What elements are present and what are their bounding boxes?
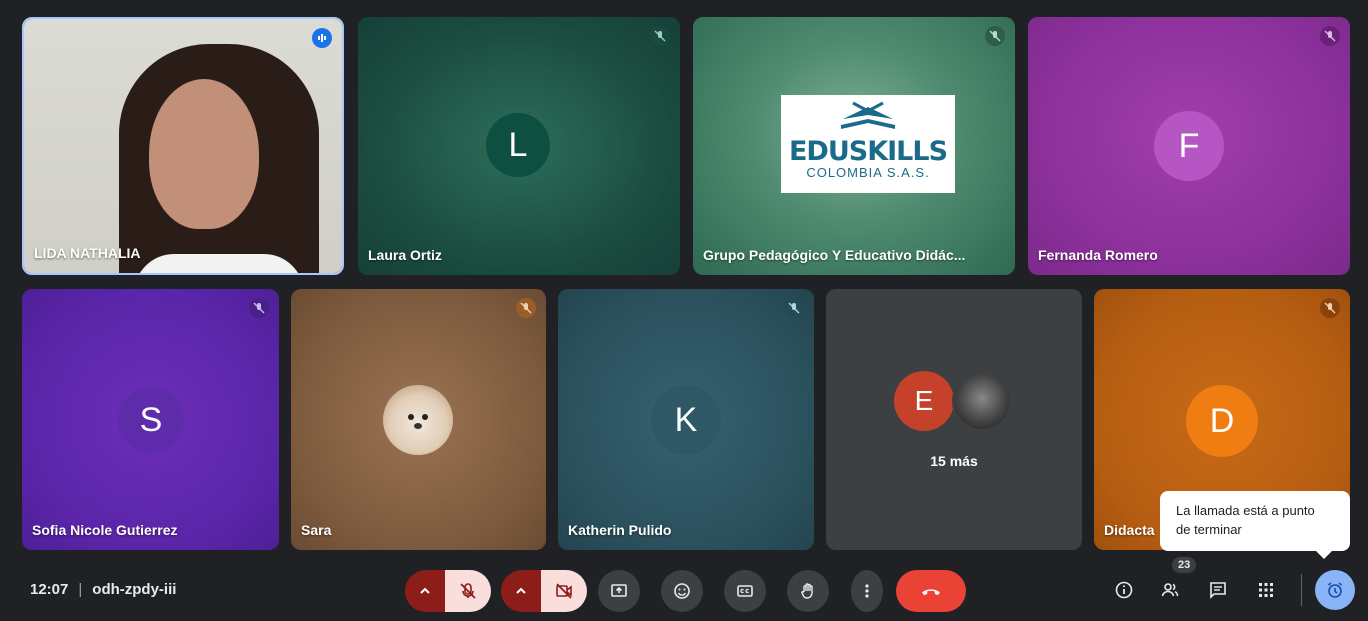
profile-photo-avatar	[952, 371, 1012, 431]
participant-name: Didacta	[1104, 522, 1155, 538]
meeting-info: 12:07 | odh-zpdy-iii	[30, 581, 177, 598]
chat-button[interactable]	[1206, 578, 1230, 602]
video-feed	[24, 19, 342, 273]
video-options-button[interactable]	[501, 570, 541, 612]
mic-off-icon	[784, 298, 804, 318]
participants-button[interactable]	[1158, 578, 1182, 602]
clock: 12:07	[30, 581, 69, 598]
mic-toggle-button[interactable]	[445, 570, 491, 612]
mic-off-icon	[249, 298, 269, 318]
alarm-clock-icon	[1328, 582, 1342, 598]
mic-off-icon	[985, 26, 1005, 46]
hand-icon	[801, 583, 813, 599]
dog-avatar-icon	[383, 385, 453, 455]
more-vert-icon	[865, 584, 869, 598]
others-tile[interactable]: E 15 más	[826, 289, 1082, 550]
participant-name: Laura Ortiz	[368, 247, 442, 263]
chat-icon	[1210, 582, 1226, 599]
mic-off-icon	[1320, 298, 1340, 318]
avatar: E	[894, 371, 954, 431]
present-screen-button[interactable]	[598, 570, 640, 612]
avatar: D	[1186, 385, 1258, 457]
participant-name: Sara	[301, 522, 332, 538]
participant-tile-lida[interactable]: LIDA NATHALIA	[22, 17, 344, 275]
avatar: L	[486, 113, 550, 177]
participant-name: Grupo Pedagógico Y Educativo Didác...	[703, 247, 966, 263]
activities-button[interactable]	[1254, 578, 1278, 602]
participant-tile-sofia[interactable]: S Sofia Nicole Gutierrez	[22, 289, 279, 550]
meeting-code: odh-zpdy-iii	[92, 581, 177, 598]
mic-off-icon	[516, 298, 536, 318]
mic-off-icon	[460, 583, 476, 599]
participant-tile-katherin[interactable]: K Katherin Pulido	[558, 289, 814, 550]
eduskills-logo: EDUSKILLS COLOMBIA S.A.S.	[781, 95, 955, 193]
participant-tile-grupo[interactable]: EDUSKILLS COLOMBIA S.A.S. Grupo Pedagógi…	[693, 17, 1015, 275]
people-icon	[1161, 583, 1179, 597]
camera-off-icon	[556, 583, 572, 599]
chevron-up-icon	[516, 587, 526, 594]
participant-name: Fernanda Romero	[1038, 247, 1158, 263]
timer-button[interactable]	[1315, 570, 1355, 610]
hang-up-icon	[922, 589, 940, 596]
call-ending-tooltip: La llamada está a punto de terminar	[1160, 491, 1350, 559]
avatar: F	[1154, 111, 1224, 181]
apps-grid-icon	[1259, 583, 1273, 597]
participants-count-badge: 23	[1172, 557, 1197, 573]
participant-name: LIDA NATHALIA	[34, 245, 141, 261]
more-options-button[interactable]	[851, 570, 883, 612]
meeting-details-button[interactable]	[1112, 578, 1136, 602]
raise-hand-button[interactable]	[787, 570, 829, 612]
mic-off-icon	[1320, 26, 1340, 46]
captions-button[interactable]	[724, 570, 766, 612]
captions-icon	[737, 585, 753, 597]
mic-off-icon	[650, 26, 670, 46]
camera-toggle-button[interactable]	[541, 570, 587, 612]
divider	[1301, 574, 1302, 606]
participant-tile-laura[interactable]: L Laura Ortiz	[358, 17, 680, 275]
chevron-up-icon	[420, 587, 430, 594]
emoji-icon	[674, 583, 690, 599]
present-icon	[611, 584, 627, 597]
avatar: K	[651, 385, 721, 455]
info-icon	[1115, 581, 1133, 599]
participant-name: Katherin Pulido	[568, 522, 672, 538]
leave-call-button[interactable]	[896, 570, 966, 612]
avatar: S	[118, 387, 184, 453]
audio-options-button[interactable]	[405, 570, 445, 612]
participant-tile-sara[interactable]: Sara	[291, 289, 546, 550]
book-icon	[841, 101, 895, 129]
speaking-indicator-icon	[312, 28, 332, 48]
participant-tile-fernanda[interactable]: F Fernanda Romero	[1028, 17, 1350, 275]
participant-name: Sofia Nicole Gutierrez	[32, 522, 178, 538]
more-participants-label: 15 más	[930, 453, 978, 469]
reactions-button[interactable]	[661, 570, 703, 612]
